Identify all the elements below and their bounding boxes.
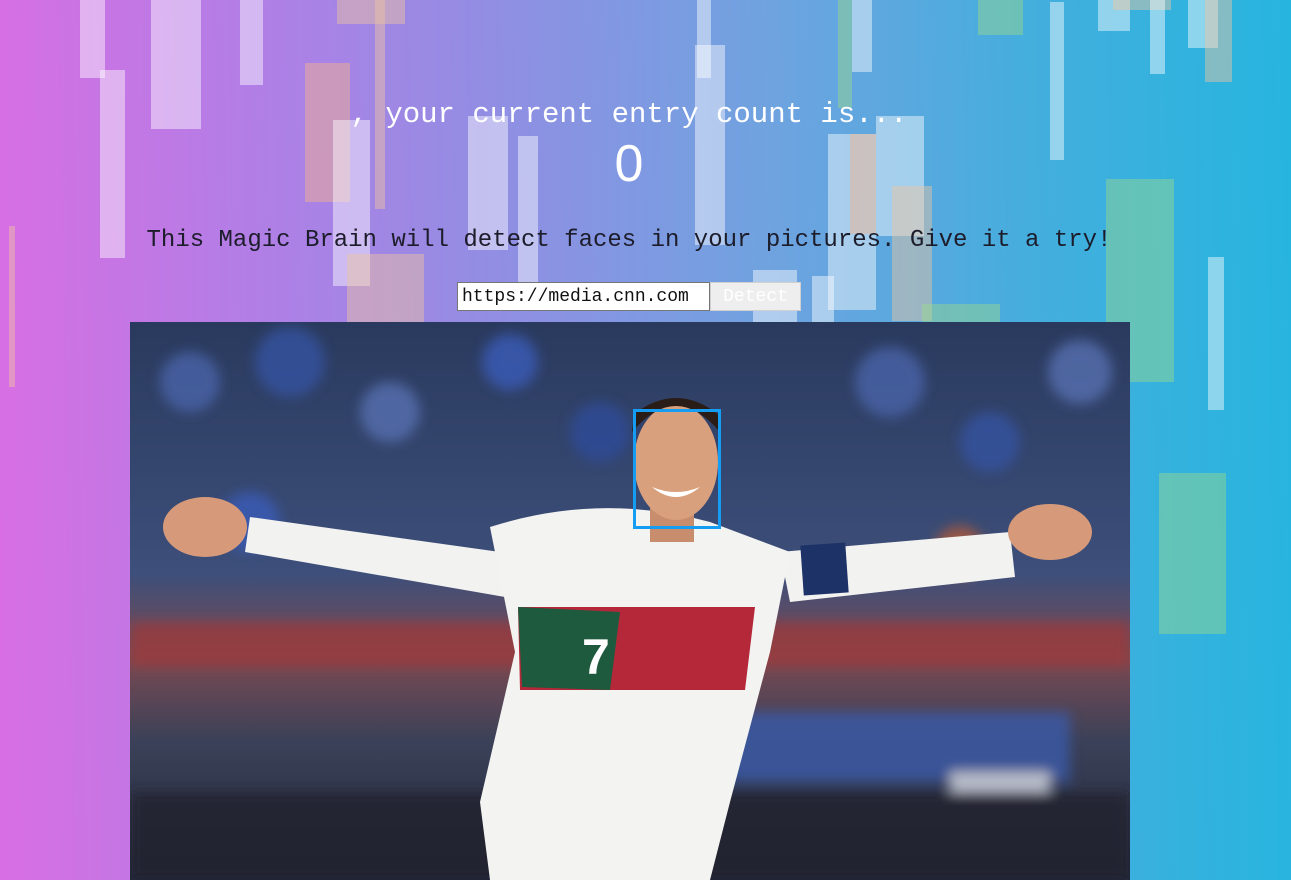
detected-image: 7: [130, 322, 1130, 880]
player-photo: 7: [130, 322, 1130, 880]
tagline: This Magic Brain will detect faces in yo…: [146, 227, 1112, 254]
jersey-number: 7: [582, 629, 610, 685]
image-url-form: Detect: [457, 282, 801, 311]
detect-button[interactable]: Detect: [710, 282, 801, 311]
entry-count-value: 0: [614, 135, 644, 193]
image-url-input[interactable]: [457, 282, 710, 311]
face-bounding-box: [633, 409, 721, 529]
entry-count-heading: , your current entry count is...: [350, 98, 908, 131]
